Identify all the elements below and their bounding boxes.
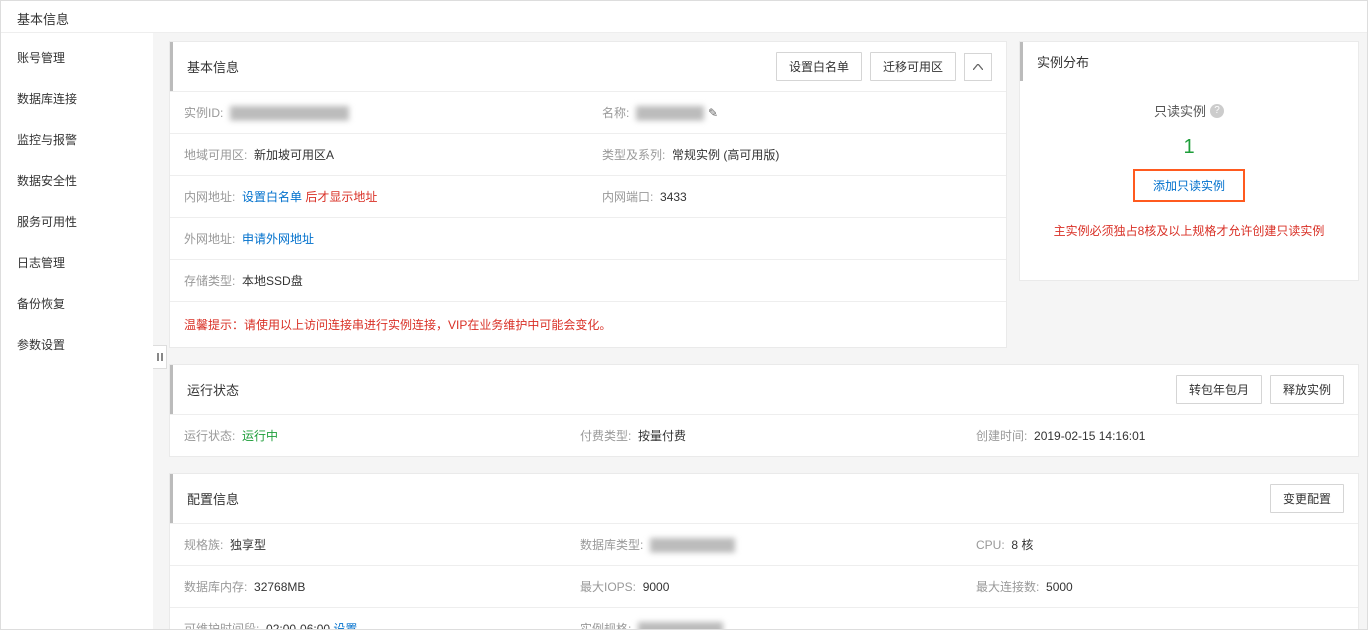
max-conn-label: 最大连接数:	[976, 580, 1039, 594]
storage-type-value: 本地SSD盘	[242, 274, 303, 288]
name-value: ████████	[636, 106, 704, 120]
info-icon[interactable]: ?	[1210, 104, 1224, 118]
internet-addr-label: 外网地址:	[184, 232, 235, 246]
type-series-label: 类型及系列:	[602, 148, 665, 162]
spec-family-value: 独享型	[230, 538, 266, 552]
config-info-panel: 配置信息 变更配置 规格族: 独享型 数据库类型: ██████████ CPU…	[169, 473, 1359, 629]
iops-label: 最大IOPS:	[580, 580, 636, 594]
readonly-instance-warning: 主实例必须独占8核及以上规格才允许创建只读实例	[1034, 222, 1344, 239]
maint-window-label: 可维护时间段:	[184, 622, 259, 629]
sidebar-item-log-manage[interactable]: 日志管理	[1, 242, 153, 283]
intranet-addr-label: 内网地址:	[184, 190, 235, 204]
sidebar-item-monitor-alert[interactable]: 监控与报警	[1, 119, 153, 160]
sidebar-item-param-settings[interactable]: 参数设置	[1, 324, 153, 365]
running-status-title: 运行状态	[187, 380, 239, 399]
set-whitelist-link[interactable]: 设置白名单	[242, 190, 302, 204]
collapse-panel-icon[interactable]	[964, 53, 992, 81]
release-instance-button[interactable]: 释放实例	[1270, 375, 1344, 404]
created-time-value: 2019-02-15 14:16:01	[1034, 429, 1145, 443]
set-whitelist-header-button[interactable]: 设置白名单	[776, 52, 862, 81]
intranet-port-label: 内网端口:	[602, 190, 653, 204]
memory-value: 32768MB	[254, 580, 305, 594]
region-zone-value: 新加坡可用区A	[254, 148, 334, 162]
name-label: 名称:	[602, 106, 629, 120]
memory-label: 数据库内存:	[184, 580, 247, 594]
add-readonly-instance-button[interactable]: 添加只读实例	[1133, 169, 1245, 202]
after-show-text: 后才显示地址	[305, 190, 377, 204]
billing-type-label: 付费类型:	[580, 429, 631, 443]
change-config-button[interactable]: 变更配置	[1270, 484, 1344, 513]
region-zone-label: 地域可用区:	[184, 148, 247, 162]
basic-info-title: 基本信息	[187, 57, 239, 76]
max-conn-value: 5000	[1046, 580, 1073, 594]
billing-type-value: 按量付费	[638, 429, 686, 443]
migrate-zone-button[interactable]: 迁移可用区	[870, 52, 956, 81]
sidebar-item-db-connection[interactable]: 数据库连接	[1, 78, 153, 119]
sidebar-item-service-availability[interactable]: 服务可用性	[1, 201, 153, 242]
db-type-value: ██████████	[650, 538, 735, 552]
instance-distribution-panel: 实例分布 只读实例 ? 1 添加只读实例 主实例必须独占8核及以上规格才允许创建…	[1019, 41, 1359, 281]
run-status-value: 运行中	[242, 429, 278, 443]
instance-id-label: 实例ID:	[184, 106, 223, 120]
sidebar-item-backup-restore[interactable]: 备份恢复	[1, 283, 153, 324]
inst-spec-value: ██████████	[638, 622, 723, 629]
cpu-value: 8 核	[1011, 538, 1033, 552]
running-status-panel: 运行状态 转包年包月 释放实例 运行状态: 运行中 付费类型: 按量付费 创建时…	[169, 364, 1359, 457]
readonly-instance-count: 1	[1034, 136, 1344, 159]
instance-id-value: ██████████████	[230, 106, 349, 120]
config-info-title: 配置信息	[187, 489, 239, 508]
sidebar-collapse-icon[interactable]	[153, 345, 167, 369]
apply-internet-link[interactable]: 申请外网地址	[242, 232, 314, 246]
instance-distribution-title: 实例分布	[1020, 42, 1358, 81]
intranet-port-value: 3433	[660, 190, 687, 204]
inst-spec-label: 实例规格:	[580, 622, 631, 629]
run-status-label: 运行状态:	[184, 429, 235, 443]
sidebar-item-account-manage[interactable]: 账号管理	[1, 37, 153, 78]
maint-window-value: 02:00-06:00	[266, 622, 330, 629]
created-time-label: 创建时间:	[976, 429, 1027, 443]
storage-type-label: 存储类型:	[184, 274, 235, 288]
sidebar: 账号管理 数据库连接 监控与报警 数据安全性 服务可用性 日志管理 备份恢复 参…	[1, 33, 153, 629]
readonly-instance-label: 只读实例	[1154, 101, 1206, 120]
spec-family-label: 规格族:	[184, 538, 223, 552]
db-type-label: 数据库类型:	[580, 538, 643, 552]
edit-name-icon[interactable]: ✎	[708, 106, 718, 120]
convert-subscription-button[interactable]: 转包年包月	[1176, 375, 1262, 404]
cpu-label: CPU:	[976, 538, 1005, 552]
maint-window-set-link[interactable]: 设置	[333, 622, 357, 629]
type-series-value: 常规实例 (高可用版)	[672, 148, 779, 162]
sidebar-item-data-security[interactable]: 数据安全性	[1, 160, 153, 201]
iops-value: 9000	[643, 580, 670, 594]
basic-info-tip: 温馨提示：请使用以上访问连接串进行实例连接，VIP在业务维护中可能会变化。	[170, 301, 1006, 347]
page-title: 基本信息	[1, 1, 1367, 33]
basic-info-panel: 基本信息 设置白名单 迁移可用区 实例ID: ██████████████	[169, 41, 1007, 348]
